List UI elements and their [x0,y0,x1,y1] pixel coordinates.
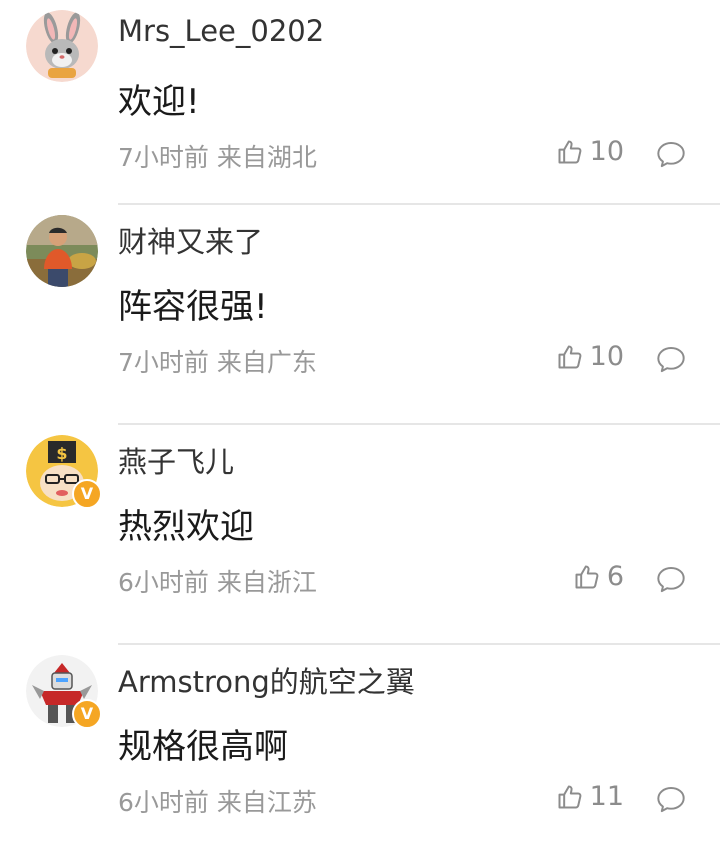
like-count: 11 [589,781,624,812]
like-button[interactable]: 10 [556,341,624,372]
comment-item: V Armstrong的航空之翼 规格很高啊 6小时前 来自江苏 11 [0,645,720,865]
comment-location: 来自广东 [216,348,317,377]
svg-text:$: $ [56,444,67,463]
comment-bubble-icon [657,567,685,593]
like-button[interactable]: 6 [573,561,624,592]
comment-item: Mrs_Lee_0202 欢迎! 7小时前 来自湖北 10 [0,0,720,205]
username[interactable]: Armstrong的航空之翼 [118,659,415,701]
verified-badge-icon: V [72,699,102,729]
comment-text: 阵容很强! [118,287,268,327]
comment-bubble-icon [657,347,685,373]
reply-button[interactable] [656,345,686,377]
comment-time: 6小时前 [118,788,209,817]
comment-text: 规格很高啊 [118,727,288,767]
avatar[interactable] [26,215,98,287]
comment-location: 来自江苏 [216,788,317,817]
comment-text: 欢迎! [118,82,200,122]
comment-item: $ V 燕子飞儿 热烈欢迎 6小时前 来自浙江 6 [0,425,720,645]
like-count: 10 [589,341,624,372]
comment-time: 7小时前 [118,348,209,377]
reply-button[interactable] [656,565,686,597]
comment-text: 热烈欢迎 [118,507,254,547]
verified-badge-icon: V [72,479,102,509]
comment-time: 7小时前 [118,143,209,172]
comment-meta: 6小时前 来自浙江 [118,563,317,599]
reply-button[interactable] [656,785,686,817]
like-count: 10 [589,136,624,167]
comment-bubble-icon [657,787,685,813]
bunny-avatar-image [26,10,98,82]
avatar[interactable] [26,10,98,82]
like-count: 6 [606,561,624,592]
thumbs-up-icon [558,140,582,163]
avatar[interactable]: V [26,655,102,729]
comment-meta: 6小时前 来自江苏 [118,783,317,819]
comment-meta: 7小时前 来自湖北 [118,138,317,174]
thumbs-up-icon [575,565,599,588]
avatar[interactable]: $ V [26,435,102,509]
comment-list: Mrs_Lee_0202 欢迎! 7小时前 来自湖北 10 财神又来了 阵容很强… [0,0,720,865]
comment-location: 来自浙江 [216,568,317,597]
person-avatar-image [26,215,98,287]
username[interactable]: Mrs_Lee_0202 [118,14,324,48]
like-button[interactable]: 11 [556,781,624,812]
comment-location: 来自湖北 [216,143,317,172]
comment-meta: 7小时前 来自广东 [118,343,317,379]
comment-item: 财神又来了 阵容很强! 7小时前 来自广东 10 [0,205,720,425]
username[interactable]: 燕子飞儿 [118,439,234,481]
username[interactable]: 财神又来了 [118,219,263,261]
thumbs-up-icon [558,345,582,368]
comment-time: 6小时前 [118,568,209,597]
reply-button[interactable] [656,140,686,172]
comment-bubble-icon [657,142,685,168]
thumbs-up-icon [558,785,582,808]
like-button[interactable]: 10 [556,136,624,167]
